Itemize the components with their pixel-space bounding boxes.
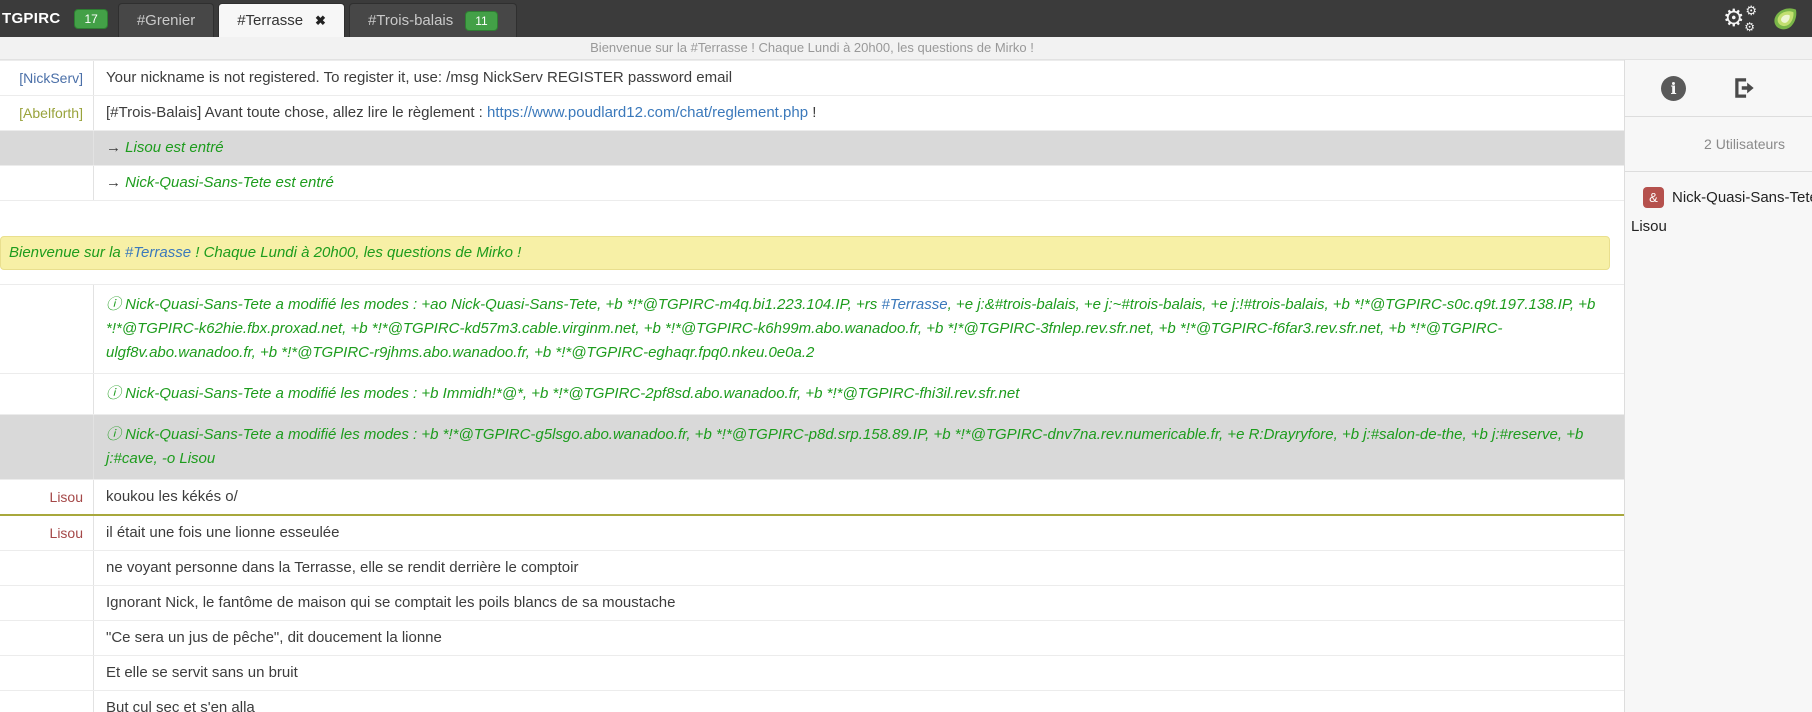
message-text: koukou les kékés o/ [106,488,238,505]
message-nick [0,691,94,712]
close-tab-icon[interactable]: ✖ [315,13,326,29]
message-text: But cul sec et s'en alla [106,699,255,712]
admin-mode-badge: & [1643,187,1664,208]
message-nick[interactable]: Lisou [0,480,94,514]
channel-sidebar: i 2 Utilisateurs & Nick-Quasi-Sans-Tete … [1624,60,1812,712]
message-nick [0,621,94,655]
message-link[interactable]: #Terrasse [125,244,191,261]
message-text: Your nickname is not registered. To regi… [106,69,733,86]
mode-change-row: ⓘ Nick-Quasi-Sans-Tete a modifié les mod… [0,373,1624,414]
message-nick [0,551,94,585]
message-link[interactable]: #Terrasse [881,296,947,313]
user-list[interactable]: & Nick-Quasi-Sans-Tete Lisou [1625,172,1812,240]
message-text: Ignorant Nick, le fantôme de maison qui … [106,594,676,611]
network-brand[interactable]: TGPIRC 17 [0,0,118,37]
sidebar-header: i [1625,60,1812,117]
message-nick [0,656,94,690]
banner-text: Bienvenue sur la #Terrasse ! Chaque Lund… [9,244,522,261]
mode-change-row: ⓘ Nick-Quasi-Sans-Tete a modifié les mod… [0,284,1624,373]
message-text: Et elle se servit sans un bruit [106,664,298,681]
message-text: ne voyant personne dans la Terrasse, ell… [106,559,579,576]
message-nick[interactable]: Lisou [0,516,94,550]
message-nick[interactable]: [Abelforth] [0,96,94,130]
join-event-text: → Lisou est entré [106,139,224,156]
tab-label: #Trois-balais [367,12,454,29]
mode-change-text: ⓘ Nick-Quasi-Sans-Tete a modifié les mod… [106,426,1584,467]
mode-change-text: ⓘ Nick-Quasi-Sans-Tete a modifié les mod… [106,385,1020,402]
user-count: 2 Utilisateurs [1625,117,1812,172]
message-list[interactable]: [NickServ] Your nickname is not register… [0,60,1624,712]
mode-change-row: ⓘ Nick-Quasi-Sans-Tete a modifié les mod… [0,414,1624,479]
message-text: il était une fois une lionne esseulée [106,524,340,541]
message-row: Ignorant Nick, le fantôme de maison qui … [0,585,1624,620]
channel-info-icon[interactable]: i [1661,75,1686,101]
channel-tabs: #Grenier #Terrasse ✖ #Trois-balais 11 [117,0,517,37]
message-text: [#Trois-Balais] Avant toute chose, allez… [106,104,817,121]
channel-topic-bar[interactable]: Bienvenue sur la #Terrasse ! Chaque Lund… [0,37,1812,60]
channel-topic-text: Bienvenue sur la #Terrasse ! Chaque Lund… [590,40,1034,55]
tab-trois-balais[interactable]: #Trois-balais 11 [348,3,517,37]
network-unread-badge: 17 [74,8,108,29]
channel-welcome-banner: Bienvenue sur la #Terrasse ! Chaque Lund… [0,236,1610,270]
message-link[interactable]: https://www.poudlard12.com/chat/reglemen… [487,104,808,121]
kiwiirc-window: TGPIRC 17 #Grenier #Terrasse ✖ #Trois-ba… [0,0,1812,712]
network-tab-bar: TGPIRC 17 #Grenier #Terrasse ✖ #Trois-ba… [0,0,1812,37]
tab-grenier[interactable]: #Grenier [117,3,215,37]
user-count-label: 2 Utilisateurs [1704,136,1785,152]
message-nick[interactable]: [NickServ] [0,61,94,95]
user-list-item[interactable]: Lisou [1625,213,1812,240]
message-row: Et elle se servit sans un bruit [0,655,1624,690]
message-text: "Ce sera un jus de pêche", dit doucement… [106,629,442,646]
leave-channel-icon[interactable] [1732,75,1758,101]
user-nick: Lisou [1631,218,1667,235]
message-nick [0,415,94,479]
message-row: [Abelforth] [#Trois-Balais] Avant toute … [0,95,1624,130]
message-nick [0,374,94,414]
message-row: "Ce sera un jus de pêche", dit doucement… [0,620,1624,655]
tab-label: #Terrasse [237,12,304,29]
join-event-row: → Lisou est entré [0,130,1624,165]
message-row: [NickServ] Your nickname is not register… [0,60,1624,95]
message-nick [0,166,94,200]
settings-gears-icon[interactable]: ⚙ ⚙ ⚙ [1723,3,1757,34]
network-name: TGPIRC [2,10,61,27]
topbar-actions: ⚙ ⚙ ⚙ [1723,0,1812,37]
message-row-unread-marker: Lisou il était une fois une lionne esseu… [0,514,1624,550]
message-nick [0,586,94,620]
tab-terrasse[interactable]: #Terrasse ✖ [218,3,345,37]
user-list-item[interactable]: & Nick-Quasi-Sans-Tete [1625,182,1812,213]
tab-unread-badge: 11 [465,10,498,31]
mode-change-text: ⓘ Nick-Quasi-Sans-Tete a modifié les mod… [106,296,1596,361]
message-nick [0,285,94,373]
join-event-row: → Nick-Quasi-Sans-Tete est entré [0,165,1624,200]
main-area: [NickServ] Your nickname is not register… [0,60,1812,712]
message-nick [0,131,94,165]
spacer-row [0,200,1624,236]
kiwiirc-logo-icon[interactable] [1771,5,1798,32]
message-row: But cul sec et s'en alla [0,690,1624,712]
message-row: ne voyant personne dans la Terrasse, ell… [0,550,1624,585]
user-nick: Nick-Quasi-Sans-Tete [1672,189,1812,206]
join-event-text: → Nick-Quasi-Sans-Tete est entré [106,174,334,191]
message-row: Lisou koukou les kékés o/ [0,479,1624,514]
tab-label: #Grenier [136,12,196,29]
